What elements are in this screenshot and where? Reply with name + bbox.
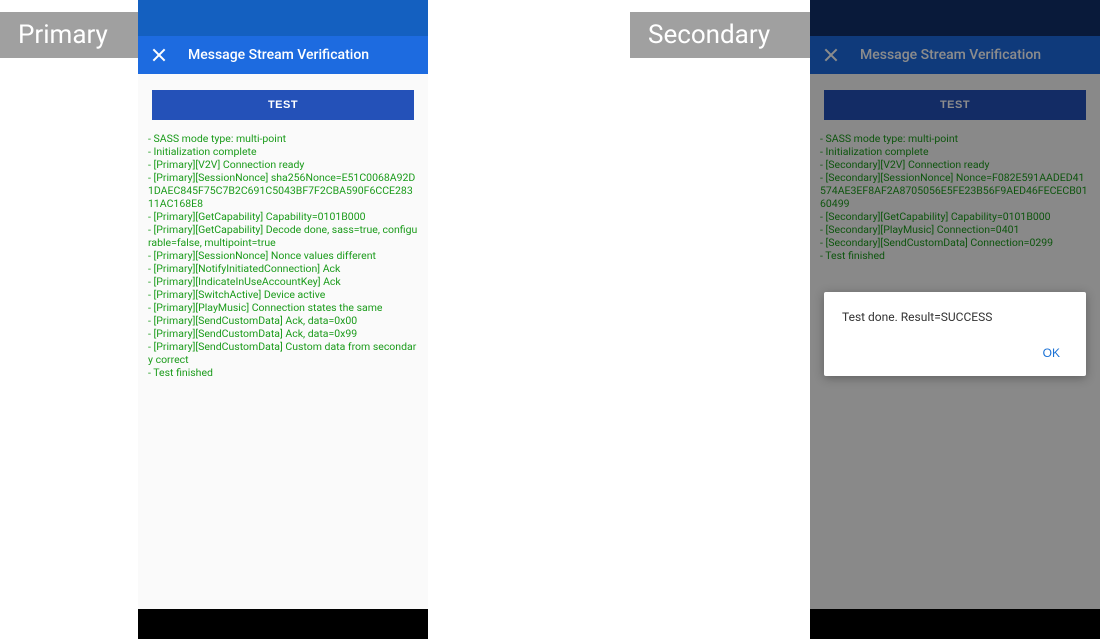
app-title: Message Stream Verification [188,47,369,63]
primary-label: Primary [0,12,138,58]
ok-button[interactable]: OK [1035,340,1068,366]
log-line: - [Primary][SessionNonce] Nonce values d… [148,249,418,262]
content-area: TEST - SASS mode type: multi-point - Ini… [138,74,428,609]
secondary-label: Secondary [630,12,810,58]
log-line: - [Primary][NotifyInitiatedConnection] A… [148,262,418,275]
close-icon[interactable] [152,48,166,62]
primary-device: Message Stream Verification TEST - SASS … [138,0,428,639]
log-line: - [Primary][SendCustomData] Ack, data=0x… [148,314,418,327]
log-line: - [Primary][GetCapability] Decode done, … [148,223,418,249]
status-bar [138,0,428,36]
log-line: - [Primary][SendCustomData] Custom data … [148,340,418,366]
test-button[interactable]: TEST [152,90,414,120]
log-line: - [Primary][IndicateInUseAccountKey] Ack [148,275,418,288]
dialog-actions: OK [842,340,1068,366]
log-line: - Initialization complete [148,145,418,158]
app-bar: Message Stream Verification [138,36,428,74]
nav-bar [138,609,428,639]
dialog-message: Test done. Result=SUCCESS [842,310,1068,324]
log-line: - SASS mode type: multi-point [148,132,418,145]
secondary-device: Message Stream Verification TEST - SASS … [810,0,1100,639]
log-line: - [Primary][V2V] Connection ready [148,158,418,171]
log-line: - Test finished [148,366,418,379]
primary-log: - SASS mode type: multi-point - Initiali… [146,132,420,379]
log-line: - [Primary][SwitchActive] Device active [148,288,418,301]
log-line: - [Primary][SendCustomData] Ack, data=0x… [148,327,418,340]
log-line: - [Primary][GetCapability] Capability=01… [148,210,418,223]
result-dialog: Test done. Result=SUCCESS OK [824,292,1086,376]
log-line: - [Primary][PlayMusic] Connection states… [148,301,418,314]
log-line: - [Primary][SessionNonce] sha256Nonce=E5… [148,171,418,210]
